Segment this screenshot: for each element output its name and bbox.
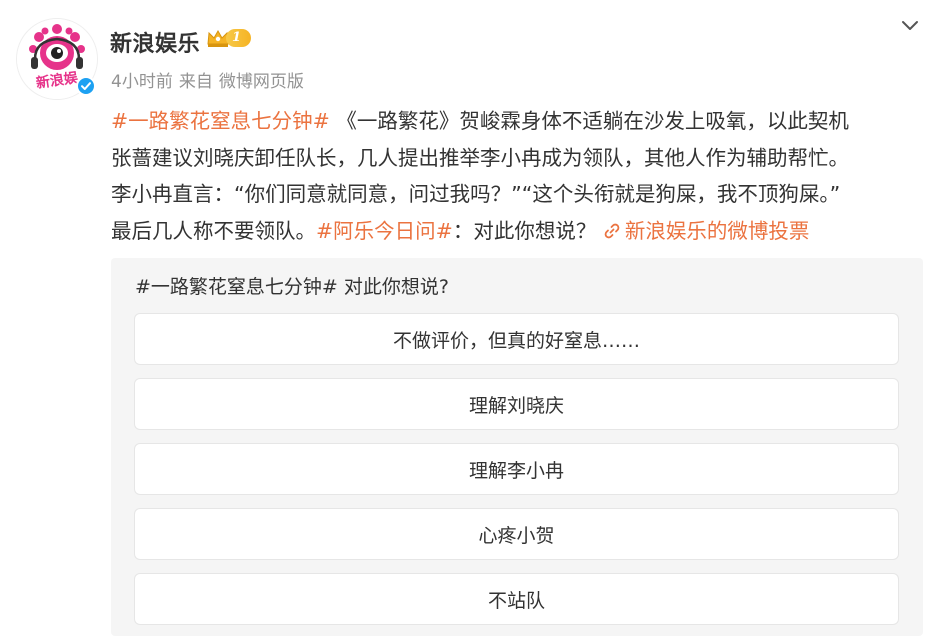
more-menu-button[interactable]: [899, 14, 921, 36]
vote-option[interactable]: 理解刘晓庆: [134, 378, 899, 430]
post-line-2: 张蔷建议刘晓庆卸任队长，几人提出推举李小冉成为领队，其他人作为辅助帮忙。: [111, 145, 849, 170]
post-line-1: #一路繁花窒息七分钟# 《一路繁花》贺峻霖身体不适躺在沙发上吸氧，以此契机: [111, 103, 921, 140]
chevron-down-icon: [902, 21, 918, 30]
post-source[interactable]: 微博网页版: [219, 67, 304, 92]
post-line-4: 最后几人称不要领队。#阿乐今日问#：对此你想说？ 新浪娱乐的微博投票: [111, 213, 921, 250]
link-icon: [604, 223, 620, 238]
verified-icon: [76, 76, 96, 96]
vote-option[interactable]: 心疼小贺: [134, 508, 899, 560]
weibo-post: 新浪娱 新浪娱乐 1 4小时前 来自 微博网页版 #一路繁花窒息七分钟# 《一路…: [0, 0, 931, 636]
from-label: 来自: [178, 72, 213, 92]
post-line-3: 李小冉直言：“你们同意就同意，问过我吗？”“这个头衔就是狗屎，我不顶狗屎。”: [111, 182, 841, 206]
post-text-line4-start: 最后几人称不要领队。: [111, 218, 316, 243]
vote-option[interactable]: 理解李小冉: [134, 443, 899, 495]
post-text-line4-mid: ：对此你想说？: [452, 218, 603, 243]
vote-link[interactable]: 新浪娱乐的微博投票: [603, 218, 810, 243]
vote-question: #一路繁花窒息七分钟# 对此你想说?: [135, 276, 449, 298]
topic-link-2[interactable]: #阿乐今日问#: [316, 219, 453, 243]
vote-link-label: 新浪娱乐的微博投票: [624, 218, 810, 243]
post-text: #一路繁花窒息七分钟# 《一路繁花》贺峻霖身体不适躺在沙发上吸氧，以此契机 张蔷…: [111, 103, 921, 249]
post-text-line1: 《一路繁花》贺峻霖身体不适躺在沙发上吸氧，以此契机: [329, 109, 849, 133]
member-badge[interactable]: 1: [206, 28, 252, 48]
vote-card: #一路繁花窒息七分钟# 对此你想说? 不做评价，但真的好窒息…… 理解刘晓庆 理…: [111, 258, 923, 636]
username[interactable]: 新浪娱乐: [110, 26, 200, 58]
post-meta: 4小时前 来自 微博网页版: [111, 67, 304, 92]
post-time[interactable]: 4小时前: [111, 67, 173, 92]
badge-level: 1: [226, 29, 252, 47]
vote-option[interactable]: 不站队: [134, 573, 899, 625]
vote-option[interactable]: 不做评价，但真的好窒息……: [134, 313, 899, 365]
topic-link-1[interactable]: #一路繁花窒息七分钟#: [111, 109, 330, 133]
